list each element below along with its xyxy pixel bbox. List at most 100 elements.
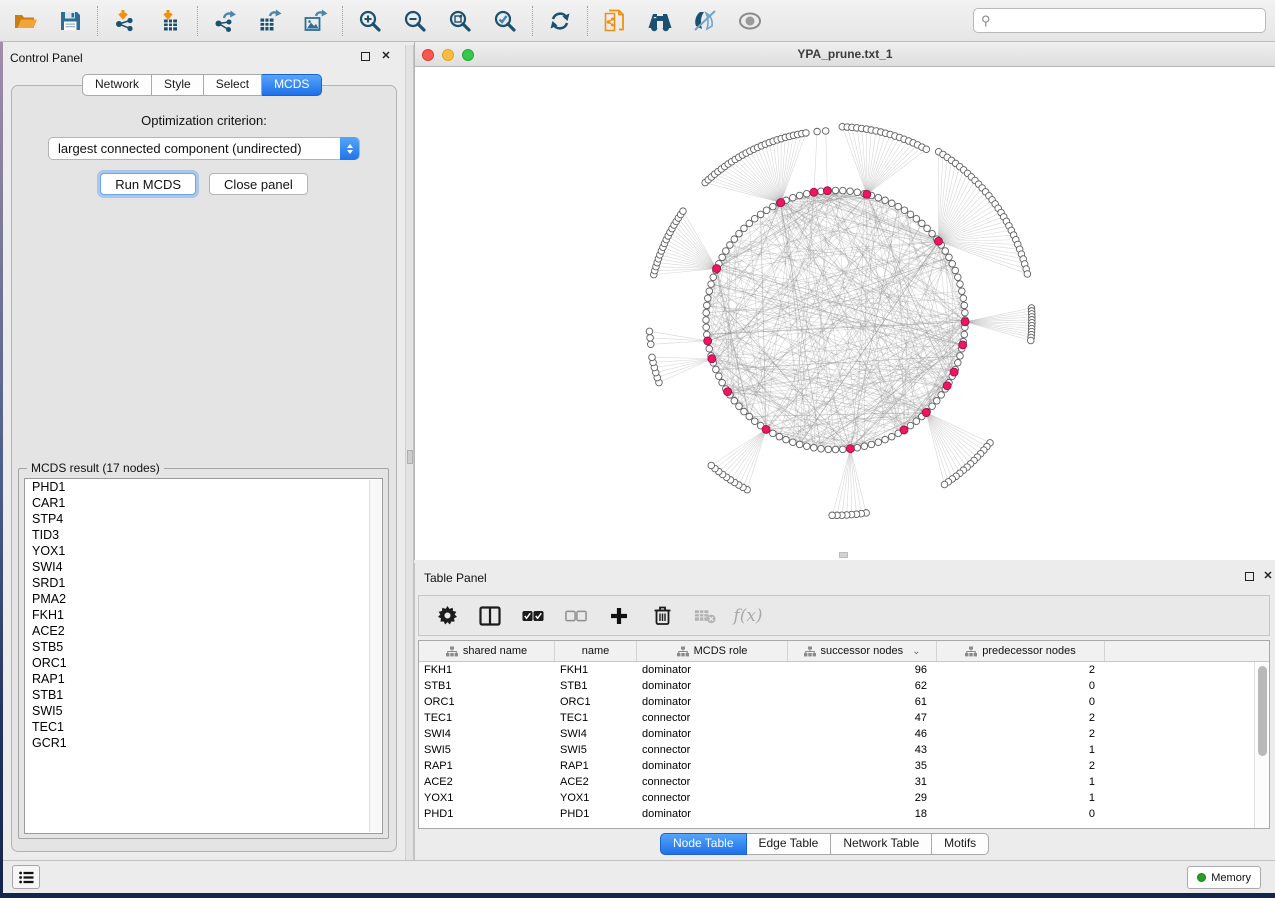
tab-motifs[interactable]: Motifs [932, 833, 989, 855]
zoom-in-icon[interactable] [357, 8, 383, 34]
mcds-result-item[interactable]: PHD1 [25, 479, 382, 495]
close-panel-button[interactable]: Close panel [209, 173, 308, 195]
tree-icon [677, 646, 689, 657]
mcds-result-item[interactable]: SWI5 [25, 703, 382, 719]
column-header-successor-nodes[interactable]: successor nodes⌄ [788, 641, 937, 661]
tab-style[interactable]: Style [152, 74, 204, 96]
table-row[interactable]: ACE2ACE2connector311 [419, 774, 1269, 790]
import-network-icon[interactable] [112, 8, 138, 34]
table-cell: STB1 [555, 678, 637, 694]
mcds-result-item[interactable]: STB5 [25, 639, 382, 655]
mcds-result-item[interactable]: STB1 [25, 687, 382, 703]
graphics-details-icon[interactable] [692, 8, 718, 34]
table-row[interactable]: YOX1YOX1connector291 [419, 790, 1269, 806]
settings-gear-icon[interactable] [436, 605, 458, 627]
export-table-icon[interactable] [257, 8, 283, 34]
import-table-icon[interactable] [157, 8, 183, 34]
birds-eye-view-icon[interactable] [737, 8, 763, 34]
tab-network[interactable]: Network [82, 74, 152, 96]
add-column-icon[interactable] [608, 605, 630, 627]
deselect-all-checkboxes-icon[interactable] [565, 605, 587, 627]
mcds-result-item[interactable]: TEC1 [25, 719, 382, 735]
show-panels-button[interactable] [12, 865, 40, 889]
delete-column-icon[interactable] [651, 605, 673, 627]
table-scrollbar[interactable] [1254, 662, 1269, 828]
table-cell: 2 [937, 758, 1105, 774]
tab-node-table[interactable]: Node Table [660, 833, 747, 855]
window-close-icon[interactable] [422, 49, 434, 61]
table-cell: 1 [937, 774, 1105, 790]
mcds-result-item[interactable]: SRD1 [25, 575, 382, 591]
mcds-list-scrollbar[interactable] [369, 480, 381, 832]
table-row[interactable]: RAP1RAP1dominator352 [419, 758, 1269, 774]
float-panel-icon[interactable] [359, 51, 371, 63]
zoom-fit-icon[interactable] [447, 8, 473, 34]
table-row[interactable]: TEC1TEC1connector472 [419, 710, 1269, 726]
mcds-result-title: MCDS result (17 nodes) [27, 461, 164, 475]
table-cell: PHD1 [555, 806, 637, 822]
delete-table-icon[interactable] [694, 605, 716, 627]
mcds-result-item[interactable]: CAR1 [25, 495, 382, 511]
mcds-result-item[interactable]: STP4 [25, 511, 382, 527]
mcds-result-item[interactable]: ACE2 [25, 623, 382, 639]
table-row[interactable]: STB1STB1dominator620 [419, 678, 1269, 694]
run-mcds-button[interactable]: Run MCDS [100, 173, 196, 195]
network-canvas[interactable] [415, 67, 1275, 560]
mcds-result-item[interactable]: FKH1 [25, 607, 382, 623]
mcds-result-item[interactable]: YOX1 [25, 543, 382, 559]
tab-network-table[interactable]: Network Table [831, 833, 932, 855]
export-image-icon[interactable] [302, 8, 328, 34]
table-scrollbar-thumb[interactable] [1258, 666, 1267, 756]
mcds-result-list: PHD1CAR1STP4TID3YOX1SWI4SRD1PMA2FKH1ACE2… [24, 478, 383, 834]
panel-splitter[interactable] [405, 45, 414, 860]
zoom-out-icon[interactable] [402, 8, 428, 34]
mcds-result-item[interactable]: RAP1 [25, 671, 382, 687]
column-header-MCDS-role[interactable]: MCDS role [637, 641, 788, 661]
tab-select[interactable]: Select [204, 74, 262, 96]
column-header-shared-name[interactable]: shared name [419, 641, 555, 661]
window-maximize-icon[interactable] [462, 49, 474, 61]
table-cell: 0 [937, 694, 1105, 710]
mcds-result-item[interactable]: PMA2 [25, 591, 382, 607]
refresh-icon[interactable] [547, 8, 573, 34]
table-cell: 2 [937, 726, 1105, 742]
mcds-result-item[interactable]: SWI4 [25, 559, 382, 575]
window-minimize-icon[interactable] [442, 49, 454, 61]
mcds-result-item[interactable]: ORC1 [25, 655, 382, 671]
table-cell: SWI5 [555, 742, 637, 758]
save-session-icon[interactable] [57, 8, 83, 34]
open-session-icon[interactable] [12, 8, 38, 34]
binoculars-icon[interactable] [647, 8, 673, 34]
mcds-result-item[interactable]: TID3 [25, 527, 382, 543]
table-cell: YOX1 [555, 790, 637, 806]
export-network-icon[interactable] [212, 8, 238, 34]
column-header-predecessor-nodes[interactable]: predecessor nodes [937, 641, 1105, 661]
splitter-grip[interactable] [407, 450, 413, 464]
memory-button[interactable]: Memory [1187, 866, 1261, 889]
table-float-icon[interactable] [1243, 571, 1255, 583]
select-all-checkboxes-icon[interactable] [522, 605, 544, 627]
table-row[interactable]: FKH1FKH1dominator962 [419, 662, 1269, 678]
split-columns-icon[interactable] [479, 605, 501, 627]
canvas-splitter-grip[interactable] [839, 552, 848, 558]
tab-edge-table[interactable]: Edge Table [747, 833, 832, 855]
function-builder-icon[interactable]: f(x) [737, 605, 759, 627]
table-close-icon[interactable]: ✕ [1262, 571, 1274, 583]
close-panel-icon[interactable]: ✕ [380, 51, 392, 63]
zoom-selected-icon[interactable] [492, 8, 518, 34]
mcds-result-item[interactable]: GCR1 [25, 735, 382, 751]
tree-icon [804, 646, 816, 657]
column-header-name[interactable]: name [555, 641, 637, 661]
table-row[interactable]: SWI4SWI4dominator462 [419, 726, 1269, 742]
criterion-select[interactable]: largest connected component (undirected) [48, 137, 360, 160]
table-cell: 61 [788, 694, 937, 710]
table-row[interactable]: ORC1ORC1dominator610 [419, 694, 1269, 710]
column-label: predecessor nodes [982, 645, 1076, 657]
table-row[interactable]: PHD1PHD1dominator180 [419, 806, 1269, 822]
tab-mcds[interactable]: MCDS [262, 74, 322, 96]
export-network-to-web-icon[interactable] [602, 8, 628, 34]
table-cell: 62 [788, 678, 937, 694]
search-input[interactable]: ⚲ [973, 8, 1266, 33]
table-toolbar: f(x) [418, 595, 1270, 636]
table-row[interactable]: SWI5SWI5connector431 [419, 742, 1269, 758]
